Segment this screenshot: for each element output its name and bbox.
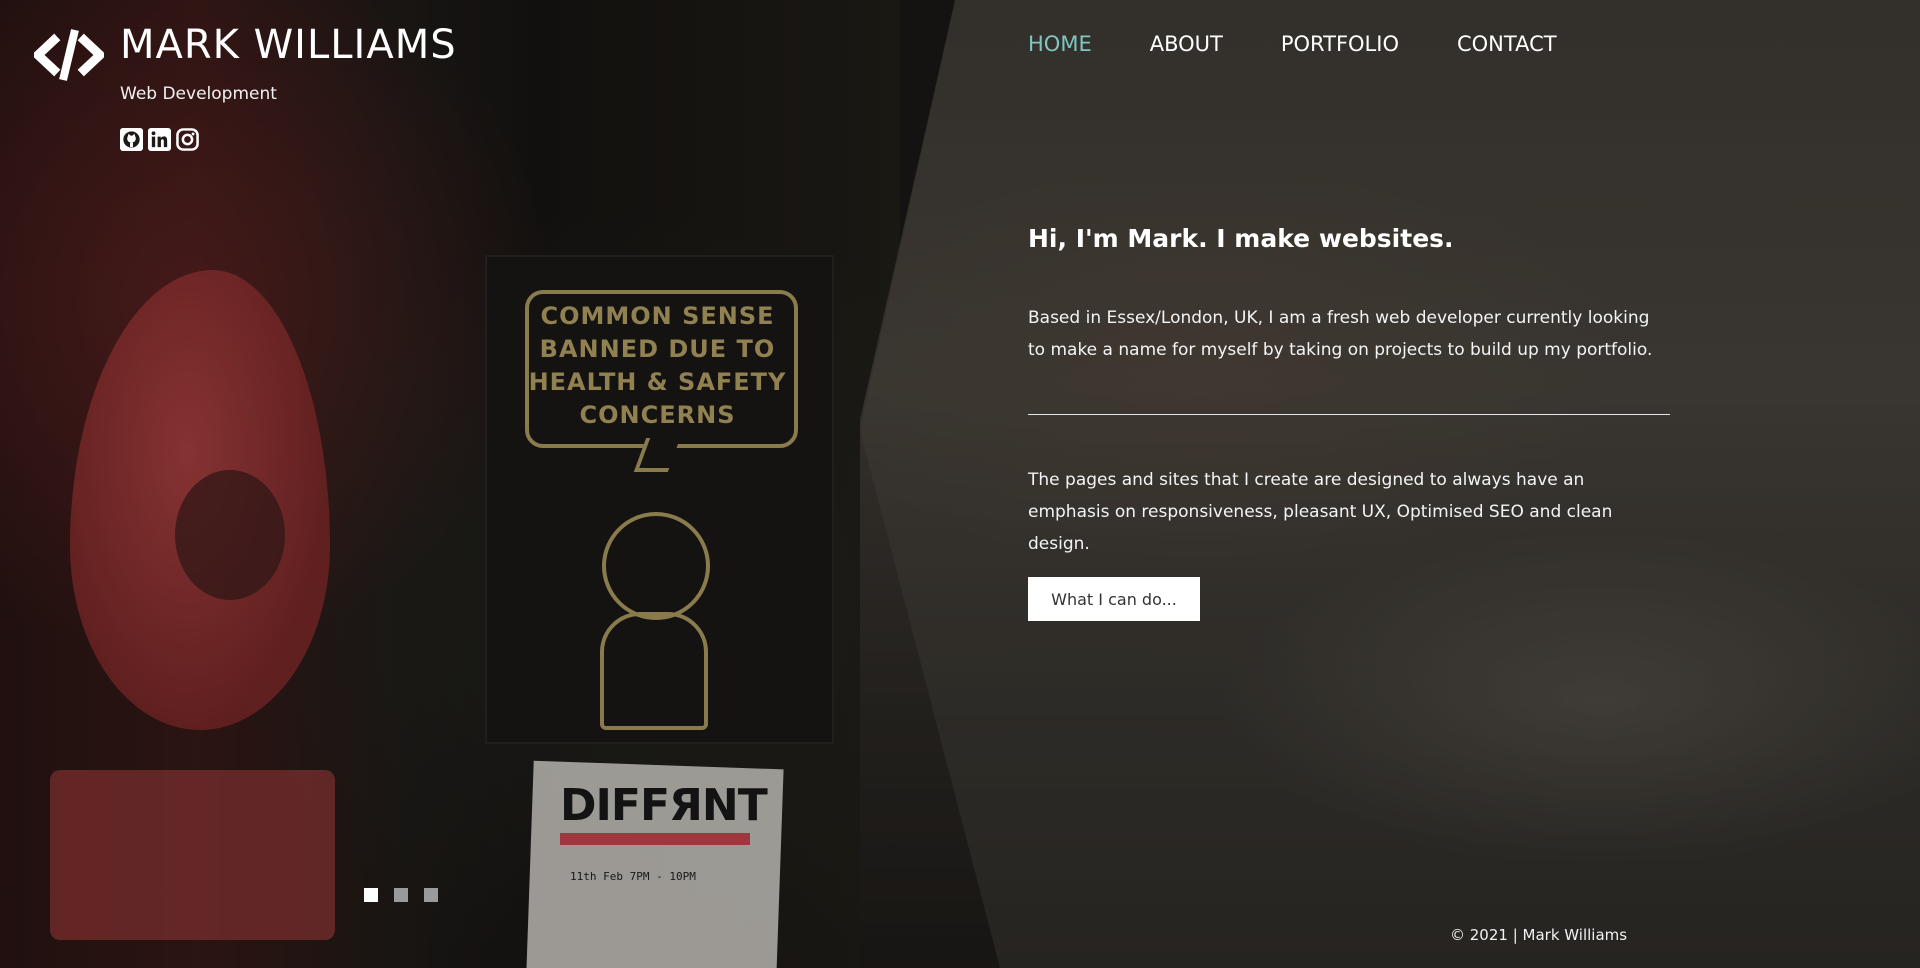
- slider-dot-2[interactable]: [394, 888, 408, 902]
- approach-paragraph: The pages and sites that I create are de…: [1028, 470, 1613, 554]
- nav-home[interactable]: HOME: [1028, 32, 1092, 56]
- site-title[interactable]: MARK WILLIAMS: [120, 22, 457, 68]
- page: COMMON SENSE BANNED DUE TO HEALTH & SAFE…: [0, 0, 1920, 968]
- instagram-icon[interactable]: [176, 128, 199, 151]
- site-tagline: Web Development: [120, 84, 277, 104]
- slider-dot-1[interactable]: [364, 888, 378, 902]
- what-i-can-do-button[interactable]: What I can do...: [1028, 577, 1200, 621]
- slider-dot-3[interactable]: [424, 888, 438, 902]
- nav-contact[interactable]: CONTACT: [1457, 32, 1557, 56]
- code-brackets-icon[interactable]: [34, 28, 104, 82]
- nav-about[interactable]: ABOUT: [1150, 32, 1223, 56]
- footer-copyright: © 2021 | Mark Williams: [1450, 926, 1628, 944]
- main-nav: HOME ABOUT PORTFOLIO CONTACT: [1028, 32, 1615, 56]
- nav-portfolio[interactable]: PORTFOLIO: [1281, 32, 1399, 56]
- github-icon[interactable]: [120, 128, 143, 151]
- hero-headline: Hi, I'm Mark. I make websites.: [1028, 224, 1454, 253]
- social-links: [120, 128, 199, 151]
- intro-paragraph: Based in Essex/London, UK, I am a fresh …: [1028, 308, 1653, 360]
- linkedin-icon[interactable]: [148, 128, 171, 151]
- slider-dots: [364, 888, 438, 902]
- hero-content: Hi, I'm Mark. I make websites. Based in …: [1028, 220, 1670, 621]
- content-divider: [1028, 414, 1670, 415]
